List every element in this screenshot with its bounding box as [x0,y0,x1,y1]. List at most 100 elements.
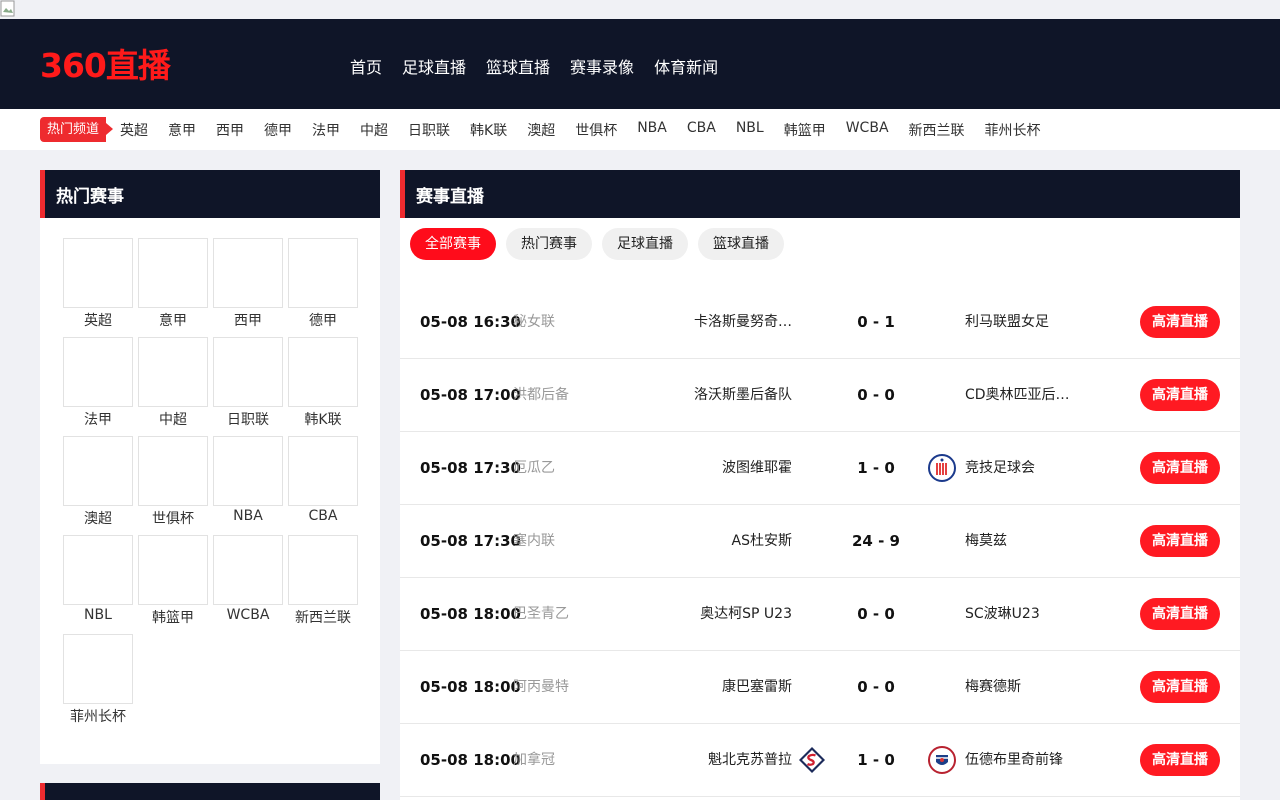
league-logo [138,337,208,407]
channel-link[interactable]: 意甲 [168,120,196,140]
league-tile[interactable]: 日职联 [213,337,283,436]
match-row: 05-08 17:30 厄瓜乙 波图维耶霍 1 - 0 竞技足球会 高清直播 [400,432,1240,505]
channel-link[interactable]: 日职联 [408,120,450,140]
league-tile[interactable]: 澳超 [63,436,133,535]
main-nav: 首页 足球直播 篮球直播 赛事录像 体育新闻 [350,54,718,78]
match-score: 0 - 0 [848,651,904,723]
filter-tab[interactable]: 全部赛事 [410,228,496,260]
hot-channel-tag: 热门频道 [40,117,114,142]
watch-live-button[interactable]: 高清直播 [1140,379,1220,411]
match-score: 0 - 0 [848,359,904,431]
league-name: 菲州长杯 [70,709,126,725]
league-name: 韩K联 [304,412,342,428]
league-tile[interactable]: NBA [213,436,283,535]
home-team: 魁北克苏普拉 [708,752,792,768]
filter-tab[interactable]: 热门赛事 [506,228,592,260]
channel-link[interactable]: 菲州长杯 [985,120,1041,140]
league-logo [288,238,358,308]
watch-live-button[interactable]: 高清直播 [1140,744,1220,776]
league-logo [63,436,133,506]
match-league[interactable]: 阿丙曼特 [513,651,569,723]
league-logo [63,535,133,605]
match-list: 05-08 16:30 秘女联 卡洛斯曼努奇… 0 - 1 利马联盟女足 高清直播 05-0… [400,286,1240,797]
watch-live-button[interactable]: 高清直播 [1140,525,1220,557]
channel-link[interactable]: NBL [736,120,764,140]
watch-live-button[interactable]: 高清直播 [1140,306,1220,338]
filter-tab[interactable]: 篮球直播 [698,228,784,260]
league-logo [213,238,283,308]
nav-link[interactable]: 首页 [350,54,382,78]
league-tile[interactable]: 世俱杯 [138,436,208,535]
hot-events-header: 热门赛事 [40,170,380,218]
match-league[interactable]: 秘女联 [513,286,555,358]
league-name: 澳超 [84,511,112,527]
channel-link[interactable]: 英超 [120,120,148,140]
league-name: CBA [308,508,338,524]
away-score: 0 [884,459,895,477]
home-score: 0 [857,678,868,696]
channel-link[interactable]: 中超 [360,120,388,140]
away-team: 利马联盟女足 [965,314,1049,330]
channel-link[interactable]: 德甲 [264,120,292,140]
league-logo [63,337,133,407]
away-team: 梅赛德斯 [965,679,1021,695]
channel-link[interactable]: 西甲 [216,120,244,140]
site-logo[interactable]: 360直播 [40,39,171,87]
league-name: 世俱杯 [152,511,194,527]
channel-link[interactable]: WCBA [846,120,889,140]
league-tile[interactable]: 新西兰联 [288,535,358,634]
watch-live-button[interactable]: 高清直播 [1140,671,1220,703]
league-logo [213,436,283,506]
nav-link[interactable]: 篮球直播 [486,54,550,78]
watch-live-button[interactable]: 高清直播 [1140,598,1220,630]
nav-link[interactable]: 足球直播 [402,54,466,78]
match-league[interactable]: 厄瓜乙 [513,432,555,504]
league-tile[interactable]: 意甲 [138,238,208,337]
channel-link[interactable]: NBA [637,120,667,140]
score-separator: - [867,386,885,404]
league-logo [288,337,358,407]
channel-link[interactable]: CBA [687,120,716,140]
match-league[interactable]: 加拿冠 [513,724,555,796]
away-score: 0 [884,605,895,623]
channel-link[interactable]: 韩篮甲 [784,120,826,140]
channel-link[interactable]: 韩K联 [470,120,507,140]
home-score: 0 [857,313,868,331]
match-league[interactable]: 塞内联 [513,505,555,577]
league-tile[interactable]: 德甲 [288,238,358,337]
league-logo [63,238,133,308]
league-tile[interactable]: 西甲 [213,238,283,337]
league-tile[interactable]: NBL [63,535,133,634]
league-tile[interactable]: WCBA [213,535,283,634]
away-score: 1 [884,313,895,331]
channel-link[interactable]: 澳超 [527,120,555,140]
match-score: 24 - 9 [848,505,904,577]
league-tile[interactable]: 英超 [63,238,133,337]
league-tile[interactable]: 菲州长杯 [63,634,133,733]
second-panel-header [40,783,380,800]
channel-links: 英超 意甲 西甲 德甲 法甲 中超 日职联 韩K联 澳超 世俱杯 NBA CBA NBL 韩篮甲 WCBA 新… [120,120,1061,140]
league-name: NBL [84,607,112,623]
nav-link[interactable]: 赛事录像 [570,54,634,78]
away-score: 0 [884,751,895,769]
channel-link[interactable]: 世俱杯 [575,120,617,140]
league-tile[interactable]: 韩篮甲 [138,535,208,634]
round-crest-icon [928,746,956,774]
watch-live-button[interactable]: 高清直播 [1140,452,1220,484]
filter-tab[interactable]: 足球直播 [602,228,688,260]
hot-channel-bar: 热门频道 英超 意甲 西甲 德甲 法甲 中超 日职联 韩K联 澳超 世俱杯 NBA CBA NBL 韩篮甲… [0,109,1280,150]
live-title: 赛事直播 [416,186,484,207]
match-score: 0 - 0 [848,578,904,650]
nav-link[interactable]: 体育新闻 [654,54,718,78]
league-tile[interactable]: 中超 [138,337,208,436]
away-team: CD奥林匹亚后… [965,387,1070,403]
match-league[interactable]: 洪都后备 [513,359,569,431]
match-time: 05-08 17:30 [420,532,521,550]
league-tile[interactable]: CBA [288,436,358,535]
channel-link[interactable]: 新西兰联 [909,120,965,140]
league-tile[interactable]: 韩K联 [288,337,358,436]
score-separator: - [867,605,885,623]
league-tile[interactable]: 法甲 [63,337,133,436]
match-league[interactable]: 巴圣青乙 [513,578,569,650]
channel-link[interactable]: 法甲 [312,120,340,140]
